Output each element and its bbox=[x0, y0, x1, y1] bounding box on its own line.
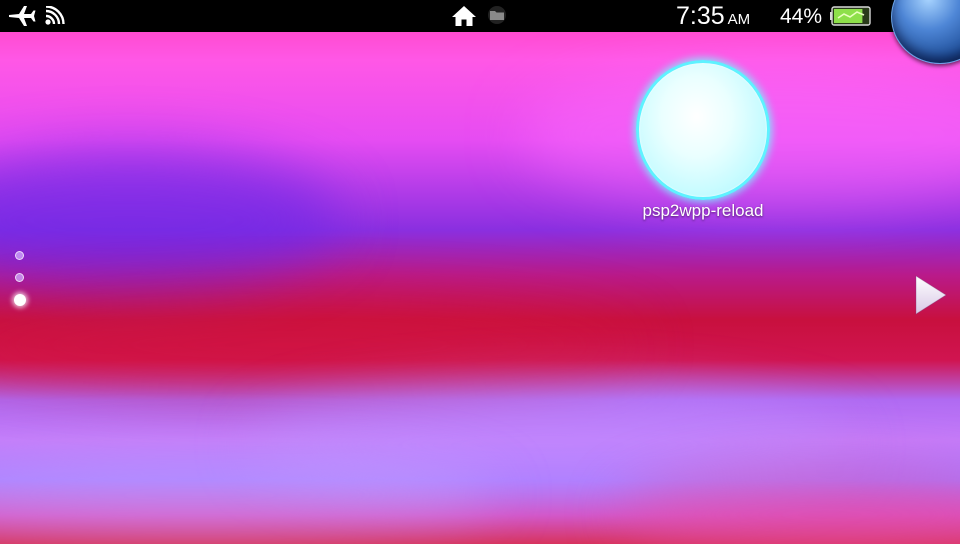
page-dot-2[interactable] bbox=[15, 273, 24, 282]
airplane-icon bbox=[9, 6, 36, 26]
page-dot-1[interactable] bbox=[15, 251, 24, 260]
next-page-arrow-icon[interactable] bbox=[914, 274, 948, 316]
status-bar: 7:35 AM 44% bbox=[0, 0, 960, 64]
wallpaper-cloud bbox=[0, 300, 640, 390]
home-icon[interactable] bbox=[451, 5, 477, 27]
wallpaper-cloud bbox=[0, 150, 340, 290]
battery-percent: 44% bbox=[780, 5, 823, 28]
app-bubble-psp2wpp-reload[interactable] bbox=[636, 60, 770, 200]
battery-icon bbox=[830, 6, 871, 26]
clock-ampm: AM bbox=[727, 11, 751, 28]
page-dot-3-active[interactable] bbox=[14, 294, 26, 306]
clock: 7:35 AM bbox=[676, 2, 750, 34]
wifi-icon bbox=[45, 6, 65, 25]
app-label: psp2wpp-reload bbox=[642, 201, 764, 220]
clock-time: 7:35 bbox=[676, 2, 725, 30]
folder-icon[interactable] bbox=[487, 6, 507, 24]
wallpaper bbox=[0, 0, 960, 544]
